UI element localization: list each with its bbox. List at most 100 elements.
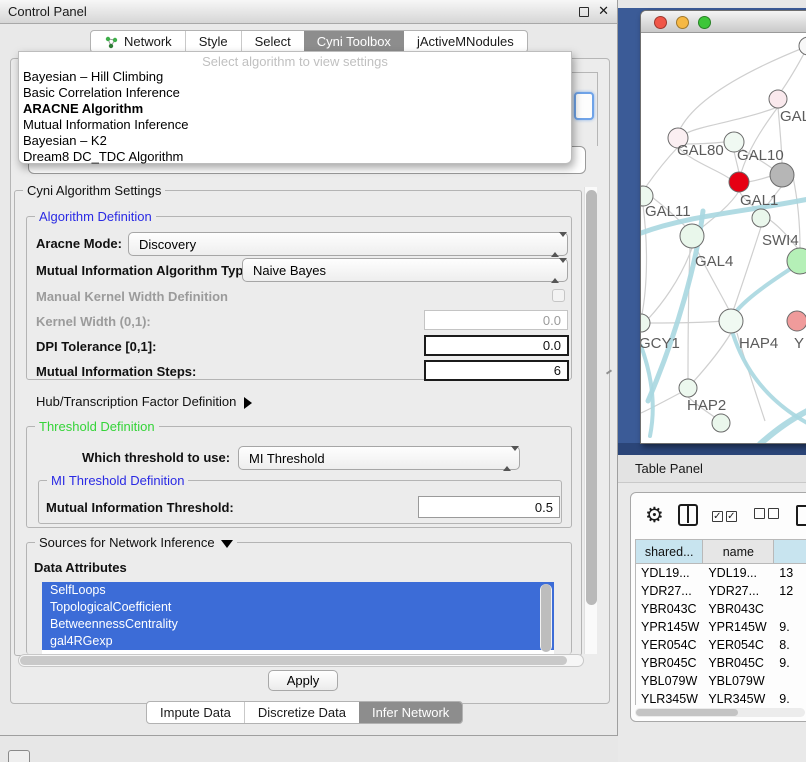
tab-select[interactable]: Select: [241, 31, 304, 52]
table-row[interactable]: YER054CYER054C8.: [636, 636, 806, 654]
network-view-window[interactable]: GALGAL80GAL10GAL1GAL11SWI4GAL4GCY1HAP4YH…: [640, 10, 806, 444]
column-header[interactable]: name: [703, 540, 774, 564]
node-hap4-label: HAP4: [739, 335, 778, 352]
network-edge-thick[interactable]: [641, 346, 653, 436]
node-swi4[interactable]: [752, 209, 770, 227]
network-edge[interactable]: [748, 176, 771, 182]
table-row[interactable]: YLR345WYLR345W9.: [636, 690, 806, 705]
scrollbar-thumb[interactable]: [20, 656, 567, 665]
attribute-list-item[interactable]: SelfLoops: [42, 582, 554, 599]
panel-splitter-handle[interactable]: [606, 368, 613, 376]
settings-horizontal-scrollbar[interactable]: [18, 654, 584, 667]
mac-zoom-button[interactable]: [698, 16, 711, 29]
table-cell: 12: [774, 582, 806, 600]
network-edge[interactable]: [645, 147, 678, 188]
algorithm-option[interactable]: Mutual Information Inference: [19, 117, 571, 133]
node-gal4[interactable]: [680, 224, 704, 248]
checkbox-glyph: [754, 508, 765, 519]
table-cell: YER054C: [703, 636, 774, 654]
network-window-titlebar[interactable]: [641, 11, 806, 33]
mi-algorithm-type-select[interactable]: Naive Bayes: [242, 258, 568, 282]
node-unlabeled-top[interactable]: [799, 37, 806, 55]
scrollbar-thumb[interactable]: [636, 709, 738, 716]
algorithm-option[interactable]: ARACNE Algorithm: [19, 101, 571, 117]
network-canvas[interactable]: GALGAL80GAL10GAL1GAL11SWI4GAL4GCY1HAP4YH…: [641, 33, 806, 443]
algorithm-option[interactable]: Dream8 DC_TDC Algorithm: [19, 149, 571, 165]
table-row[interactable]: YBR045CYBR045C9.: [636, 654, 806, 672]
tab-label: Cyni Toolbox: [317, 34, 391, 49]
mi-steps-label: Mutual Information Steps:: [36, 364, 196, 379]
node-salmon[interactable]: [787, 311, 806, 331]
attribute-list-item[interactable]: gal4RGexp: [42, 633, 554, 650]
algorithm-option[interactable]: Basic Correlation Inference: [19, 85, 571, 101]
manual-kernel-width-checkbox[interactable]: [552, 289, 565, 302]
tab-cyni-toolbox[interactable]: Cyni Toolbox: [304, 31, 404, 52]
tab-discretize-data[interactable]: Discretize Data: [244, 702, 359, 723]
unchecked-pair-icon[interactable]: [754, 506, 782, 524]
network-edge[interactable]: [687, 107, 778, 133]
tab-network[interactable]: Network: [91, 31, 185, 52]
attribute-list-item[interactable]: BetweennessCentrality: [42, 616, 554, 633]
close-icon[interactable]: ✕: [598, 3, 609, 19]
node-gray[interactable]: [770, 163, 794, 187]
network-edge[interactable]: [694, 333, 731, 381]
node-hap2[interactable]: [679, 379, 697, 397]
network-edge-thick[interactable]: [760, 405, 806, 443]
table-cell: [774, 672, 806, 690]
tab-style[interactable]: Style: [185, 31, 241, 52]
page-icon[interactable]: [796, 505, 806, 526]
column-header[interactable]: [774, 540, 806, 564]
algorithm-option[interactable]: Bayesian – K2: [19, 133, 571, 149]
table-row[interactable]: YBL079WYBL079W: [636, 672, 806, 690]
hub-tf-definition-toggle[interactable]: Hub/Transcription Factor Definition: [36, 394, 252, 409]
mac-minimize-button[interactable]: [676, 16, 689, 29]
kernel-width-field[interactable]: 0.0: [424, 310, 568, 330]
mi-threshold-label: Mutual Information Threshold:: [46, 500, 234, 515]
gear-icon[interactable]: ⚙: [645, 505, 664, 526]
node-hap4[interactable]: [719, 309, 743, 333]
node-bottom-green[interactable]: [712, 414, 730, 432]
scrollbar-thumb[interactable]: [541, 584, 551, 652]
table-panel-titlebar[interactable]: Table Panel: [618, 455, 806, 483]
tab-infer-network[interactable]: Infer Network: [359, 702, 462, 723]
algorithm-dropdown-placeholder: Select algorithm to view settings: [19, 52, 571, 69]
scrollbar-thumb[interactable]: [586, 190, 597, 605]
node-gal-cut[interactable]: [769, 90, 787, 108]
screen: Control Panel ✕ Network Style Select Cyni T…: [0, 0, 806, 762]
network-edge[interactable]: [641, 205, 647, 319]
which-threshold-select[interactable]: MI Threshold: [238, 446, 520, 470]
mi-threshold-field[interactable]: 0.5: [418, 496, 560, 518]
checked-pair-icon[interactable]: ✓✓: [712, 506, 740, 524]
data-attributes-list[interactable]: SelfLoopsTopologicalCoefficientBetweenne…: [42, 582, 554, 656]
table-row[interactable]: YDR27...YDR27...12: [636, 582, 806, 600]
mi-steps-field[interactable]: 6: [424, 360, 569, 381]
tab-jactivemnodules[interactable]: jActiveMNodules: [404, 31, 527, 52]
table-horizontal-scrollbar[interactable]: [635, 708, 805, 717]
apply-button[interactable]: Apply: [268, 670, 338, 691]
network-edge[interactable]: [650, 321, 723, 323]
control-panel-titlebar[interactable]: Control Panel ✕: [0, 0, 617, 24]
network-edge[interactable]: [688, 248, 690, 379]
attributes-list-scrollbar[interactable]: [540, 584, 552, 652]
tab-label: Style: [199, 34, 228, 49]
sources-legend[interactable]: Sources for Network Inference: [35, 535, 237, 550]
column-header[interactable]: shared...: [636, 540, 703, 564]
aracne-mode-select[interactable]: Discovery: [128, 232, 568, 256]
table-row[interactable]: YDL19...YDL19...13: [636, 564, 806, 582]
settings-vertical-scrollbar[interactable]: [584, 187, 597, 654]
node-gal1[interactable]: [729, 172, 749, 192]
attribute-list-item[interactable]: TopologicalCoefficient: [42, 599, 554, 616]
dpi-tolerance-field[interactable]: 0.0: [424, 335, 569, 356]
table-row[interactable]: YPR145WYPR145W9.: [636, 618, 806, 636]
split-column-icon[interactable]: [678, 504, 698, 526]
float-window-icon[interactable]: [579, 7, 589, 17]
node-gcy1[interactable]: [641, 314, 650, 332]
network-edge[interactable]: [649, 248, 692, 318]
mac-close-button[interactable]: [654, 16, 667, 29]
algorithm-option[interactable]: Bayesian – Hill Climbing: [19, 69, 571, 85]
data-attributes-label: Data Attributes: [34, 560, 127, 575]
tab-impute-data[interactable]: Impute Data: [147, 702, 244, 723]
table-row[interactable]: YBR043CYBR043C: [636, 600, 806, 618]
node-gal10-label: GAL10: [737, 147, 784, 164]
minimized-window-icon[interactable]: [8, 750, 30, 762]
